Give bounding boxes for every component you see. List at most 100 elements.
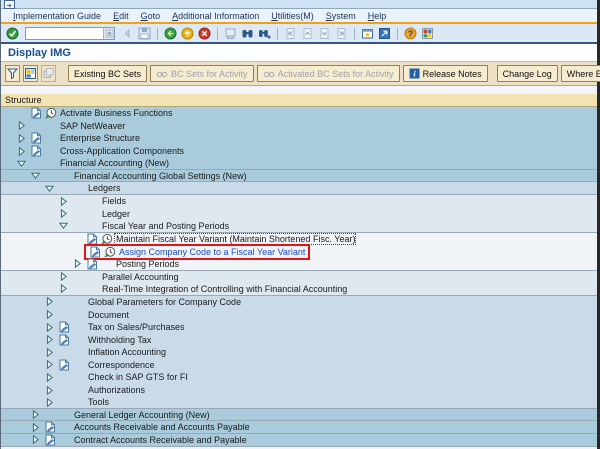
expand-node-icon[interactable] — [43, 347, 56, 358]
back-icon[interactable] — [163, 26, 178, 41]
tree-node-label[interactable]: Financial Accounting Global Settings (Ne… — [73, 171, 247, 181]
tree-row-inflation-accounting[interactable]: Inflation Accounting — [1, 346, 597, 359]
tree-node-label[interactable]: Tax on Sales/Purchases — [87, 322, 185, 332]
tree-node-label[interactable]: Assign Company Code to a Fiscal Year Var… — [118, 247, 305, 257]
img-activity-doc-icon[interactable] — [84, 258, 99, 270]
tree-node-label[interactable]: Ledger — [101, 209, 130, 219]
img-activity-doc-icon[interactable] — [28, 107, 43, 119]
tree-row-activate-business-functions[interactable]: Activate Business Functions — [1, 107, 597, 120]
tree-row-authorizations[interactable]: Authorizations — [1, 384, 597, 397]
execute-activity-icon[interactable] — [102, 246, 118, 258]
tree-row-tools[interactable]: Tools — [1, 396, 597, 409]
tree-node-label[interactable]: Fields — [101, 196, 126, 206]
execute-activity-icon[interactable] — [43, 107, 59, 119]
tree-node-label[interactable]: Withholding Tax — [87, 335, 151, 345]
exit-icon[interactable] — [180, 26, 195, 41]
find-icon[interactable] — [240, 26, 255, 41]
img-activity-doc-icon[interactable] — [42, 421, 57, 433]
menu-item-edit[interactable]: Edit — [107, 11, 135, 21]
tree-node-label[interactable]: Check in SAP GTS for FI — [87, 372, 188, 382]
tree-node-label[interactable]: General Ledger Accounting (New) — [73, 410, 210, 420]
tree-row-contract-accounts-receivable-and-payable[interactable]: Contract Accounts Receivable and Payable — [1, 434, 597, 447]
menu-item-implementation-guide[interactable]: Implementation Guide — [7, 11, 107, 21]
tree-node-label[interactable]: Cross-Application Components — [59, 146, 184, 156]
tree-node-label[interactable]: SAP NetWeaver — [59, 121, 125, 131]
img-activity-doc-icon[interactable] — [87, 246, 102, 258]
tree-node-label[interactable]: Real-Time Integration of Controlling wit… — [101, 284, 347, 294]
tree-node-label[interactable]: Financial Accounting (New) — [59, 158, 169, 168]
tree-row-posting-periods[interactable]: Posting Periods — [1, 258, 597, 271]
tree-row-financial-accounting-global-settings-new[interactable]: Financial Accounting Global Settings (Ne… — [1, 170, 597, 183]
command-history-dropdown[interactable] — [103, 28, 114, 39]
img-activity-doc-icon[interactable] — [56, 321, 71, 333]
menu-item-system[interactable]: System — [320, 11, 362, 21]
expand-node-icon[interactable] — [57, 208, 70, 219]
expand-node-icon[interactable] — [57, 271, 70, 282]
tree-row-sap-netweaver[interactable]: SAP NetWeaver — [1, 120, 597, 133]
expand-node-icon[interactable] — [57, 196, 70, 207]
existing-bc-sets-button[interactable]: Existing BC Sets — [68, 65, 147, 82]
tree-row-check-in-sap-gts-for-fi[interactable]: Check in SAP GTS for FI — [1, 371, 597, 384]
tree-node-label[interactable]: Activate Business Functions — [59, 108, 173, 118]
tree-row-fiscal-year-and-posting-periods[interactable]: Fiscal Year and Posting Periods — [1, 220, 597, 233]
tree-row-ledger[interactable]: Ledger — [1, 208, 597, 221]
tree-row-tax-on-sales-purchases[interactable]: Tax on Sales/Purchases — [1, 321, 597, 334]
tree-node-label[interactable]: Inflation Accounting — [87, 347, 166, 357]
tree-node-label[interactable]: Correspondence — [87, 360, 155, 370]
collapse-node-icon[interactable] — [43, 183, 56, 194]
position-filter-button[interactable] — [5, 65, 20, 82]
tree-row-correspondence[interactable]: Correspondence — [1, 359, 597, 372]
collapse-node-icon[interactable] — [57, 220, 70, 231]
img-activity-doc-icon[interactable] — [42, 434, 57, 446]
expand-node-icon[interactable] — [57, 283, 70, 294]
command-input[interactable] — [26, 29, 103, 38]
expand-node-icon[interactable] — [29, 409, 42, 420]
tree-node-label[interactable]: Contract Accounts Receivable and Payable — [73, 435, 247, 445]
menu-item-utilities-m[interactable]: Utilities(M) — [265, 11, 320, 21]
tree-row-withholding-tax[interactable]: Withholding Tax — [1, 333, 597, 346]
system-menu-icon[interactable] — [4, 0, 16, 9]
img-activity-doc-icon[interactable] — [28, 132, 43, 144]
expand-node-icon[interactable] — [43, 385, 56, 396]
tree-row-cross-application-components[interactable]: Cross-Application Components — [1, 145, 597, 158]
tree-node-label[interactable]: Document — [87, 310, 129, 320]
menu-item-goto[interactable]: Goto — [135, 11, 167, 21]
where-else-used-button[interactable]: Where Else Used — [561, 65, 600, 82]
expand-node-icon[interactable] — [15, 120, 28, 131]
tree-node-label[interactable]: Accounts Receivable and Accounts Payable — [73, 422, 250, 432]
expand-node-icon[interactable] — [43, 334, 56, 345]
expand-node-icon[interactable] — [29, 422, 42, 433]
release-notes-button[interactable]: iRelease Notes — [403, 65, 488, 82]
create-shortcut-icon[interactable] — [377, 26, 392, 41]
menu-item-additional-information[interactable]: Additional Information — [166, 11, 265, 21]
tree-row-enterprise-structure[interactable]: Enterprise Structure — [1, 132, 597, 145]
tree-row-financial-accounting-new[interactable]: Financial Accounting (New) — [1, 157, 597, 170]
menu-item-help[interactable]: Help — [362, 11, 393, 21]
expand-node-icon[interactable] — [43, 372, 56, 383]
tree-node-label[interactable]: Posting Periods — [115, 259, 179, 269]
collapse-node-icon[interactable] — [15, 158, 28, 169]
expand-node-icon[interactable] — [43, 397, 56, 408]
expand-node-icon[interactable] — [43, 296, 56, 307]
expand-node-icon[interactable] — [15, 146, 28, 157]
tree-node-label[interactable]: Global Parameters for Company Code — [87, 297, 241, 307]
tree-row-ledgers[interactable]: Ledgers — [1, 182, 597, 195]
tree-row-fields[interactable]: Fields — [1, 195, 597, 208]
expand-node-icon[interactable] — [43, 309, 56, 320]
tree-node-label[interactable]: Maintain Fiscal Year Variant (Maintain S… — [115, 234, 355, 244]
tree-row-global-parameters-for-company-code[interactable]: Global Parameters for Company Code — [1, 296, 597, 309]
tree-node-label[interactable]: Ledgers — [87, 183, 121, 193]
tree-row-real-time-integration-of-controlling-with-financial-accounting[interactable]: Real-Time Integration of Controlling wit… — [1, 283, 597, 296]
tree-node-label[interactable]: Tools — [87, 397, 109, 407]
cancel-icon[interactable] — [197, 26, 212, 41]
tree-node-label[interactable]: Authorizations — [87, 385, 145, 395]
tree-node-label[interactable]: Fiscal Year and Posting Periods — [101, 221, 229, 231]
img-activity-doc-icon[interactable] — [56, 334, 71, 346]
enter-icon[interactable] — [5, 26, 20, 41]
tree-row-document[interactable]: Document — [1, 308, 597, 321]
change-log-button[interactable]: Change Log — [497, 65, 558, 82]
expand-node-icon[interactable] — [29, 434, 42, 445]
expand-node-icon[interactable] — [43, 359, 56, 370]
tree-row-assign-company-code-to-a-fiscal-year-variant[interactable]: Assign Company Code to a Fiscal Year Var… — [1, 245, 597, 258]
tree-node-label[interactable]: Parallel Accounting — [101, 272, 179, 282]
